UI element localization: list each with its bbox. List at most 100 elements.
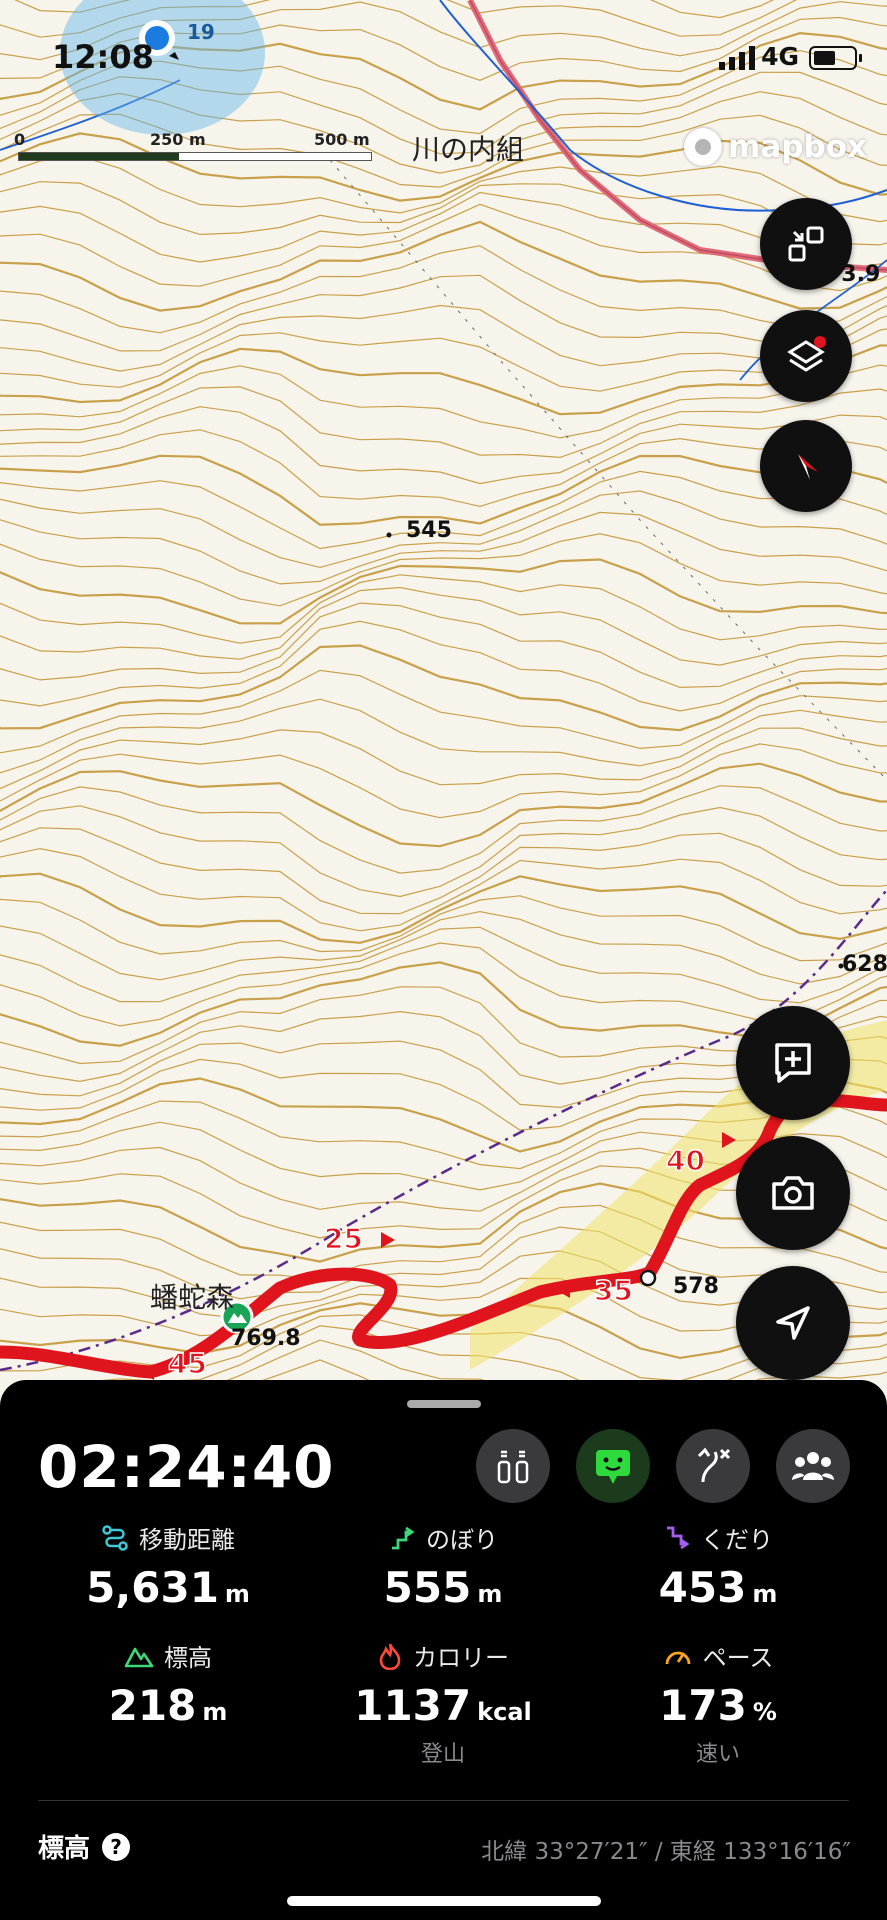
waypoint-dot[interactable] xyxy=(639,1269,657,1287)
locate-button[interactable] xyxy=(736,1266,850,1380)
contour-line xyxy=(0,910,887,985)
descent-icon xyxy=(667,1526,690,1549)
contour-line xyxy=(0,743,887,819)
contour-line xyxy=(0,386,887,459)
elevation-label: 628 xyxy=(842,952,887,977)
contour-line xyxy=(0,785,887,874)
elevation-label: 545 xyxy=(406,518,452,543)
contour-line xyxy=(0,364,887,439)
route-marker: 25 xyxy=(324,1222,363,1255)
stat-unit: m xyxy=(202,1698,228,1726)
stat-unit: m xyxy=(752,1580,778,1608)
topographic-map[interactable]: 45 25 35 40 19 12:08 4G 0 250 m 500 m ma… xyxy=(0,0,887,1390)
place-label: 川の内組 xyxy=(412,133,525,166)
contour-line xyxy=(0,304,887,372)
mapbox-attribution[interactable]: mapbox xyxy=(684,128,867,166)
stat-pace: ペース 173% 速い xyxy=(578,1638,858,1768)
mapbox-logo-icon xyxy=(684,128,723,166)
contour-line xyxy=(0,926,887,1004)
stat-value: 453 xyxy=(658,1563,747,1612)
stat-label: ペース xyxy=(702,1644,774,1672)
add-note-icon xyxy=(775,1043,811,1083)
elevation-label: 578 xyxy=(673,1274,719,1299)
contour-line xyxy=(0,574,887,644)
compass-button[interactable] xyxy=(760,420,852,512)
coordinates-readout: 北緯 33°27′21″ / 東経 133°16′16″ xyxy=(481,1839,851,1865)
stat-distance: 移動距離 5,631 m xyxy=(28,1520,308,1612)
add-note-button[interactable] xyxy=(736,1006,850,1120)
stat-label: カロリー xyxy=(413,1644,509,1672)
stat-unit: % xyxy=(752,1698,777,1726)
home-indicator[interactable] xyxy=(287,1896,601,1906)
elevation-section[interactable]: 標高? xyxy=(38,1828,131,1865)
stat-calories: カロリー 1137 kcal 登山 xyxy=(303,1638,583,1768)
contour-line xyxy=(0,620,887,712)
speedometer-icon xyxy=(665,1651,690,1664)
contour-line xyxy=(0,847,887,932)
tracker-icon xyxy=(497,1450,529,1484)
stat-unit: kcal xyxy=(477,1698,532,1726)
stat-descent: くだり 453 m xyxy=(578,1520,858,1612)
scale-zero: 0 xyxy=(14,130,26,149)
peak-dot xyxy=(386,532,392,538)
stat-ascent: のぼり 555 m xyxy=(303,1520,583,1612)
contour-line xyxy=(0,762,887,848)
contour-line xyxy=(0,558,887,625)
group-button[interactable] xyxy=(776,1429,850,1503)
distance-icon xyxy=(102,1524,128,1551)
panel-grabber[interactable] xyxy=(407,1400,481,1408)
place-label: 蟠蛇森 xyxy=(150,1281,235,1314)
panel-divider xyxy=(38,1800,849,1801)
signal-icon xyxy=(719,46,755,70)
stat-label: くだり xyxy=(701,1526,773,1554)
activity-panel: 02:24:40 移動距離 5,631 m のぼり 555 m くだり 453 m 標… xyxy=(0,1380,887,1920)
stat-unit: m xyxy=(224,1580,250,1608)
contour-line xyxy=(0,429,887,508)
tracker-button[interactable] xyxy=(476,1429,550,1503)
route-marker: 45 xyxy=(168,1347,207,1380)
elevation-section-label: 標高 xyxy=(38,1834,91,1864)
stat-label: のぼり xyxy=(426,1526,498,1554)
navigation-arrow-icon xyxy=(776,1306,810,1340)
camera-button[interactable] xyxy=(736,1136,850,1250)
collapse-button[interactable] xyxy=(760,198,852,290)
contour-line xyxy=(0,203,887,292)
layers-icon xyxy=(787,336,826,372)
stat-value: 173 xyxy=(659,1681,747,1730)
stat-label: 標高 xyxy=(164,1644,212,1672)
stat-value: 555 xyxy=(383,1563,472,1612)
scale-end: 500 m xyxy=(314,130,370,149)
contour-line xyxy=(0,727,887,790)
river-line xyxy=(439,0,887,212)
contour-line xyxy=(0,895,887,962)
map-scale-bar: 0 250 m 500 m xyxy=(14,130,378,161)
scale-bar xyxy=(18,152,372,161)
chat-bubble-icon xyxy=(596,1450,630,1484)
network-type: 4G xyxy=(761,42,799,71)
route-marker: 40 xyxy=(666,1144,705,1177)
route-button[interactable] xyxy=(676,1429,750,1503)
ascent-icon xyxy=(392,1526,415,1549)
stat-label: 移動距離 xyxy=(139,1526,235,1554)
chat-button[interactable] xyxy=(576,1429,650,1503)
elapsed-time: 02:24:40 xyxy=(38,1433,335,1501)
help-icon[interactable]: ? xyxy=(102,1832,131,1861)
stat-elevation: 標高 218 m xyxy=(28,1638,308,1730)
contour-line xyxy=(0,344,887,416)
stat-sub: 登山 xyxy=(420,1742,465,1767)
compass-icon xyxy=(798,454,818,480)
layers-button[interactable] xyxy=(760,310,852,402)
group-icon xyxy=(792,1452,834,1480)
mapbox-wordmark: mapbox xyxy=(728,129,867,165)
elevation-label: 769.8 xyxy=(231,1326,301,1351)
contour-line xyxy=(0,454,887,526)
flame-icon xyxy=(379,1642,401,1670)
contour-line xyxy=(0,698,887,774)
contour-line xyxy=(0,827,887,915)
stat-value: 1137 xyxy=(354,1681,472,1730)
route-icon xyxy=(697,1447,731,1483)
status-time: 12:08 xyxy=(52,38,154,76)
route-marker: 35 xyxy=(594,1274,633,1307)
stat-value: 218 xyxy=(108,1681,197,1730)
scale-mid: 250 m xyxy=(150,130,206,149)
